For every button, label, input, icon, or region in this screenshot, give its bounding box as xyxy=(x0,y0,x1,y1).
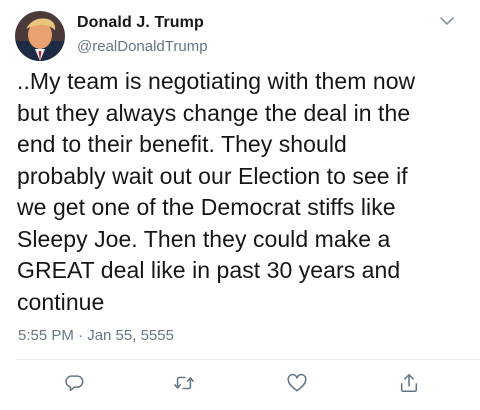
avatar-image xyxy=(15,11,65,61)
chevron-down-icon[interactable] xyxy=(438,14,456,28)
user-handle[interactable]: @realDonaldTrump xyxy=(77,38,208,55)
tweet-timestamp[interactable]: 5:55 PM · Jan 55, 5555 xyxy=(18,327,174,344)
retweet-icon xyxy=(174,376,194,390)
tweet-text: ..My team is negotiating with them now b… xyxy=(17,68,416,315)
reply-icon xyxy=(65,375,84,392)
share-icon xyxy=(400,373,418,393)
like-button[interactable] xyxy=(284,370,310,396)
share-button[interactable] xyxy=(396,370,422,396)
display-name[interactable]: Donald J. Trump xyxy=(77,14,204,32)
heart-icon xyxy=(287,373,307,392)
avatar[interactable] xyxy=(15,11,65,61)
divider xyxy=(16,359,480,360)
retweet-button[interactable] xyxy=(171,370,197,396)
reply-button[interactable] xyxy=(61,370,87,396)
